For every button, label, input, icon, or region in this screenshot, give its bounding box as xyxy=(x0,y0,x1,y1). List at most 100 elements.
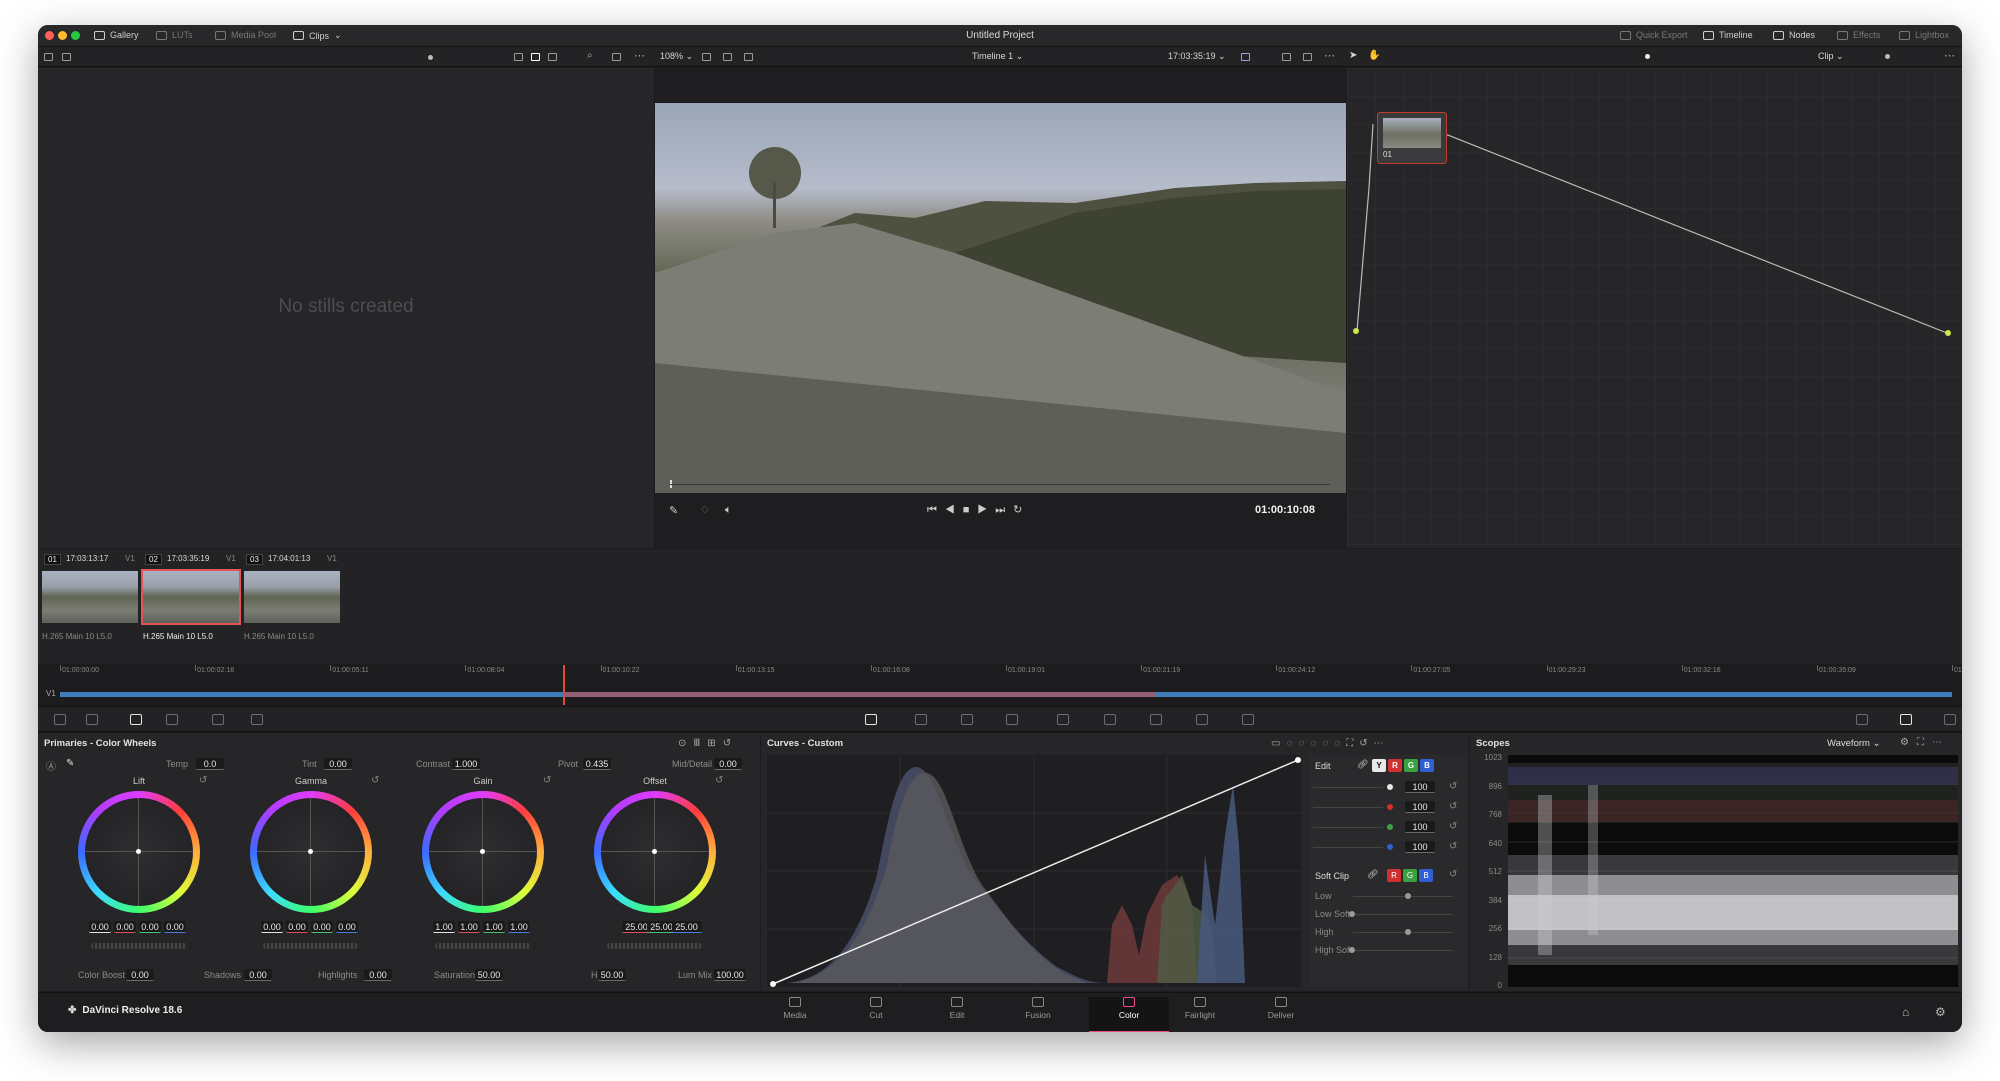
cb-field[interactable]: 0.00 xyxy=(126,969,154,981)
grab-still-icon[interactable] xyxy=(62,53,71,61)
soft-clip-slider[interactable] xyxy=(1353,950,1453,951)
soft-clip-reset-icon[interactable]: ↺ xyxy=(1449,869,1457,880)
channel-reset-icon[interactable]: ↺ xyxy=(1449,801,1457,812)
offset-color-wheel[interactable] xyxy=(594,791,716,913)
curve-point-white[interactable] xyxy=(1295,757,1301,763)
channel-g-button[interactable]: G xyxy=(1404,759,1418,772)
custom-curve-icon[interactable]: ▭ xyxy=(1271,738,1286,749)
gain-master-wheel[interactable] xyxy=(435,943,531,949)
color-match-icon[interactable] xyxy=(86,714,98,725)
scopes-palette-icon[interactable] xyxy=(1900,714,1912,725)
channel-b-button[interactable]: B xyxy=(1420,759,1434,772)
lift-master-wheel[interactable] xyxy=(91,943,187,949)
hdr-icon[interactable] xyxy=(166,714,178,725)
info-icon[interactable] xyxy=(1944,714,1956,725)
curves-more-icon[interactable]: ⋯ xyxy=(1374,738,1390,749)
channel-value-field[interactable]: 100 xyxy=(1405,781,1435,793)
channel-reset-icon[interactable]: ↺ xyxy=(1449,781,1457,792)
clip-thumbnail[interactable] xyxy=(244,571,340,623)
clip-thumbnail[interactable] xyxy=(141,569,241,625)
tracker-icon[interactable] xyxy=(1057,714,1069,725)
camera-raw-icon[interactable] xyxy=(54,714,66,725)
node-more-icon[interactable]: ⋯ xyxy=(1944,49,1955,62)
soft-clip-r-button[interactable]: R xyxy=(1387,869,1401,882)
highlight-mode-icon[interactable]: ◇ xyxy=(701,504,709,515)
hue-field[interactable]: 50.00 xyxy=(598,969,626,981)
lift-wheel-puck[interactable] xyxy=(136,849,141,854)
quick-export-button[interactable]: Quick Export xyxy=(1620,30,1688,40)
viewer-scrub-track[interactable] xyxy=(670,484,1330,485)
gallery-scope-icon[interactable] xyxy=(1856,714,1868,725)
panel-toggle-icon[interactable] xyxy=(44,53,53,61)
nav-fusion[interactable]: Fusion xyxy=(1008,997,1068,1020)
channel-slider-track[interactable] xyxy=(1313,787,1383,788)
scope-more-icon[interactable]: ⋯ xyxy=(1932,737,1950,748)
nav-fairlight[interactable]: Fairlight xyxy=(1170,997,1230,1020)
effects-toggle[interactable]: Effects xyxy=(1837,30,1880,40)
fit-icon[interactable] xyxy=(612,53,621,61)
warper-icon[interactable] xyxy=(915,714,927,725)
soft-clip-handle[interactable] xyxy=(1405,929,1411,935)
viewer-more-icon[interactable]: ⋯ xyxy=(1324,49,1335,62)
offset-wheel-puck[interactable] xyxy=(652,849,657,854)
channel-slider-track[interactable] xyxy=(1313,847,1383,848)
output-node-dot[interactable] xyxy=(1945,330,1951,336)
contrast-field[interactable]: 1.000 xyxy=(452,758,480,770)
channel-y-button[interactable]: Y xyxy=(1372,759,1386,772)
md-field[interactable]: 0.00 xyxy=(714,758,742,770)
playhead[interactable] xyxy=(563,665,566,705)
lm-field[interactable]: 100.00 xyxy=(714,969,746,981)
list-view-icon[interactable] xyxy=(548,53,557,61)
channel-slider-track[interactable] xyxy=(1313,827,1383,828)
gain-value-field[interactable]: 1.00 xyxy=(483,921,505,933)
blur-icon[interactable] xyxy=(1150,714,1162,725)
key-icon[interactable] xyxy=(1196,714,1208,725)
window-icon[interactable] xyxy=(1006,714,1018,725)
channel-r-button[interactable]: R xyxy=(1388,759,1402,772)
hl-field[interactable]: 0.00 xyxy=(364,969,392,981)
sat-sat-icon[interactable]: ◌ xyxy=(1334,738,1346,749)
stop-icon[interactable]: ■ xyxy=(963,504,978,516)
curve-graph[interactable] xyxy=(767,755,1301,987)
node-mode-dropdown[interactable]: Clip ⌄ xyxy=(1818,51,1844,62)
soft-clip-handle[interactable] xyxy=(1349,947,1355,953)
zoom-dropdown[interactable]: 108% ⌄ xyxy=(660,51,693,62)
gamma-value-field[interactable]: 0.00 xyxy=(286,921,308,933)
pointer-icon[interactable]: ➤ xyxy=(1349,50,1357,61)
go-to-end-icon[interactable]: ⏭ xyxy=(995,504,1013,516)
soft-clip-slider[interactable] xyxy=(1353,896,1453,897)
channel-reset-icon[interactable]: ↺ xyxy=(1449,821,1457,832)
timeline-selector[interactable]: Timeline 1 ⌄ xyxy=(972,51,1023,62)
gain-value-field[interactable]: 1.00 xyxy=(508,921,530,933)
sort-icon[interactable] xyxy=(514,53,523,61)
viewer-mode-3-icon[interactable] xyxy=(744,53,753,61)
offset-master-wheel[interactable] xyxy=(607,943,703,949)
scope-type-dropdown[interactable]: Waveform ⌄ xyxy=(1827,738,1881,749)
gamma-master-wheel[interactable] xyxy=(263,943,359,949)
reset-curves-icon[interactable]: ↺ xyxy=(1359,738,1373,749)
gamma-value-field[interactable]: 0.00 xyxy=(261,921,283,933)
reset-primaries-icon[interactable]: ↺ xyxy=(723,738,738,749)
corrector-node[interactable]: 01 xyxy=(1377,112,1447,164)
log-mode-icon[interactable]: ⊞ xyxy=(707,738,722,749)
hue-sat-icon[interactable]: ◌ xyxy=(1298,738,1310,749)
lift-value-field[interactable]: 0.00 xyxy=(114,921,136,933)
loop-icon[interactable] xyxy=(1282,53,1291,61)
nav-media[interactable]: Media xyxy=(765,997,825,1020)
lightbox-toggle[interactable]: Lightbox xyxy=(1899,30,1949,40)
clip-item[interactable]: 01 17:03:13:17 V1 H.265 Main 10 L5.0 xyxy=(42,549,143,664)
gain-reset-icon[interactable]: ↺ xyxy=(543,775,551,786)
scope-settings-icon[interactable]: ⚙ xyxy=(1900,737,1917,748)
gallery-size-slider[interactable] xyxy=(428,55,433,60)
pivot-field[interactable]: 0.435 xyxy=(583,758,611,770)
loop-playback-icon[interactable]: ↻ xyxy=(1013,504,1030,516)
current-clip-segment[interactable] xyxy=(563,692,1156,697)
curves-palette-icon[interactable] xyxy=(865,714,877,725)
lift-color-wheel[interactable] xyxy=(78,791,200,913)
offset-value-field[interactable]: 25.00 xyxy=(671,921,702,933)
clip-item[interactable]: 02 17:03:35:19 V1 H.265 Main 10 L5.0 xyxy=(141,549,244,664)
gain-value-field[interactable]: 1.00 xyxy=(458,921,480,933)
timecode-selector[interactable]: 17:03:35:19 ⌄ xyxy=(1168,51,1226,62)
channel-value-field[interactable]: 100 xyxy=(1405,801,1435,813)
search-icon[interactable]: ⌕ xyxy=(587,50,593,61)
